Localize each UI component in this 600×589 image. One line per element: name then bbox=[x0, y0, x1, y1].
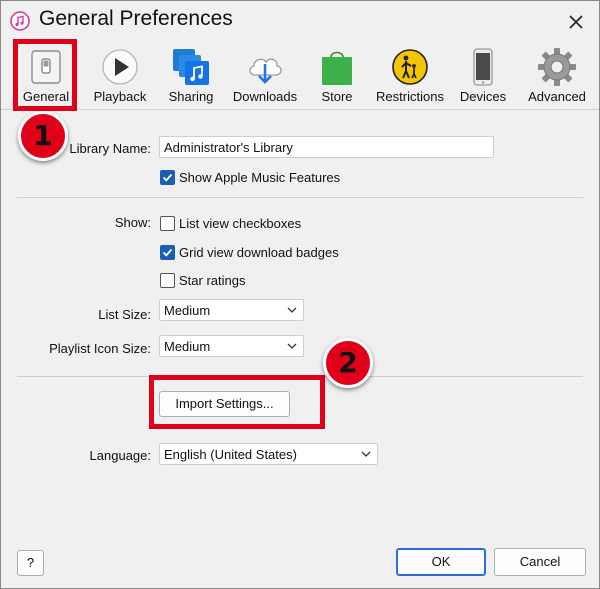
step-badge-1: 1 bbox=[18, 111, 68, 161]
section-divider bbox=[17, 376, 583, 377]
preferences-window: General Preferences General Playback Sha… bbox=[0, 0, 600, 589]
general-pane: Library Name: Show Apple Music Features … bbox=[1, 110, 599, 588]
play-icon bbox=[102, 49, 138, 85]
language-label: Language: bbox=[89, 448, 151, 463]
store-bag-icon bbox=[322, 51, 352, 85]
playlist-icon-size-value: Medium bbox=[164, 339, 211, 354]
tab-sharing[interactable]: Sharing bbox=[161, 43, 221, 109]
chevron-down-icon bbox=[287, 343, 297, 349]
chevron-down-icon bbox=[361, 451, 371, 457]
language-select[interactable]: English (United States) bbox=[159, 443, 378, 465]
show-apple-music-checkbox[interactable] bbox=[160, 170, 175, 185]
tab-downloads[interactable]: Downloads bbox=[229, 43, 301, 109]
playlist-icon-size-select[interactable]: Medium bbox=[159, 335, 304, 357]
library-name-input[interactable] bbox=[159, 136, 494, 158]
cloud-download-icon bbox=[249, 58, 282, 84]
tab-general[interactable]: General bbox=[15, 43, 77, 109]
ok-button[interactable]: OK bbox=[396, 548, 486, 576]
preferences-toolbar: General Playback Sharing Downloads Store… bbox=[1, 43, 599, 109]
sharing-music-icon bbox=[173, 49, 209, 85]
general-switch-icon bbox=[31, 50, 61, 84]
show-apple-music-label[interactable]: Show Apple Music Features bbox=[179, 170, 340, 185]
help-button[interactable]: ? bbox=[17, 550, 44, 576]
tab-general-label: General bbox=[22, 89, 70, 104]
tab-advanced-label: Advanced bbox=[528, 89, 586, 104]
parental-restrictions-icon bbox=[392, 49, 428, 85]
section-divider bbox=[17, 197, 583, 198]
cancel-button[interactable]: Cancel bbox=[494, 548, 586, 576]
window-title: General Preferences bbox=[39, 7, 233, 30]
list-view-checkboxes-label[interactable]: List view checkboxes bbox=[179, 216, 301, 231]
tab-playback[interactable]: Playback bbox=[87, 43, 153, 109]
tab-downloads-label: Downloads bbox=[232, 89, 298, 104]
list-size-value: Medium bbox=[164, 303, 211, 318]
star-ratings-checkbox[interactable] bbox=[160, 273, 175, 288]
device-phone-icon bbox=[473, 48, 493, 86]
grid-view-badges-checkbox[interactable] bbox=[160, 245, 175, 260]
gear-icon bbox=[538, 48, 576, 86]
tab-devices[interactable]: Devices bbox=[457, 43, 509, 109]
list-view-checkboxes-checkbox[interactable] bbox=[160, 216, 175, 231]
star-ratings-label[interactable]: Star ratings bbox=[179, 273, 245, 288]
close-icon[interactable] bbox=[563, 9, 589, 35]
tab-restrictions[interactable]: Restrictions bbox=[371, 43, 449, 109]
language-value: English (United States) bbox=[164, 447, 297, 462]
playlist-icon-size-label: Playlist Icon Size: bbox=[49, 341, 151, 356]
tab-devices-label: Devices bbox=[459, 89, 507, 104]
title-bar: General Preferences bbox=[1, 1, 599, 43]
tab-store-label: Store bbox=[321, 89, 353, 104]
import-settings-button[interactable]: Import Settings... bbox=[159, 391, 290, 417]
tab-playback-label: Playback bbox=[93, 89, 147, 104]
checkmark-icon bbox=[162, 173, 173, 182]
step-badge-2: 2 bbox=[323, 338, 373, 388]
checkmark-icon bbox=[162, 248, 173, 257]
tab-sharing-label: Sharing bbox=[168, 89, 214, 104]
itunes-app-icon bbox=[10, 11, 30, 31]
show-label: Show: bbox=[114, 215, 151, 230]
list-size-select[interactable]: Medium bbox=[159, 299, 304, 321]
tab-store[interactable]: Store bbox=[311, 43, 363, 109]
list-size-label: List Size: bbox=[98, 307, 151, 322]
tab-advanced[interactable]: Advanced bbox=[521, 43, 593, 109]
tab-restrictions-label: Restrictions bbox=[376, 89, 444, 104]
chevron-down-icon bbox=[287, 307, 297, 313]
grid-view-badges-label[interactable]: Grid view download badges bbox=[179, 245, 339, 260]
